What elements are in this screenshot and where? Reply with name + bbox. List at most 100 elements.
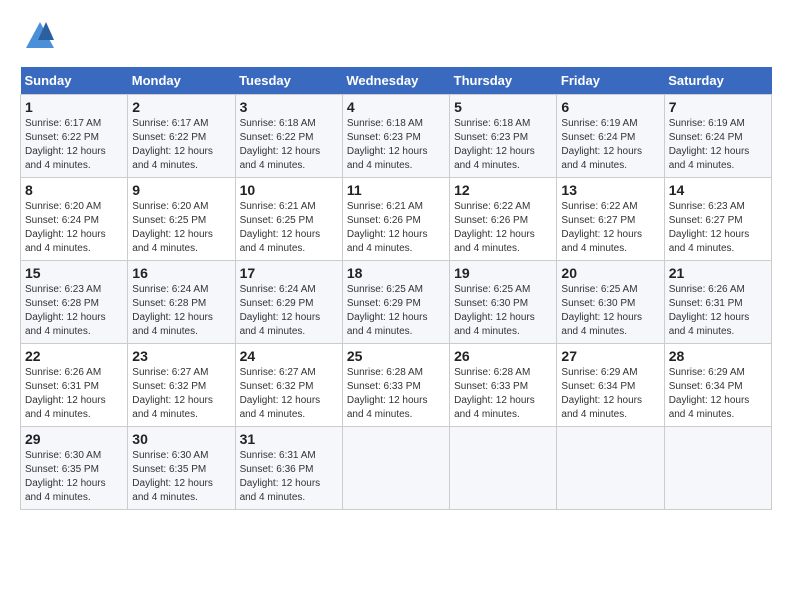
day-number: 5 [454,99,552,115]
day-header-monday: Monday [128,67,235,95]
day-number: 16 [132,265,230,281]
calendar-cell: 21 Sunrise: 6:26 AM Sunset: 6:31 PM Dayl… [664,261,771,344]
calendar-cell: 29 Sunrise: 6:30 AM Sunset: 6:35 PM Dayl… [21,427,128,510]
day-info: Sunrise: 6:24 AM Sunset: 6:28 PM Dayligh… [132,283,230,339]
day-info: Sunrise: 6:30 AM Sunset: 6:35 PM Dayligh… [132,449,230,505]
day-info: Sunrise: 6:18 AM Sunset: 6:22 PM Dayligh… [240,117,338,173]
calendar-cell [342,427,449,510]
day-number: 7 [669,99,767,115]
day-info: Sunrise: 6:27 AM Sunset: 6:32 PM Dayligh… [132,366,230,422]
day-number: 30 [132,431,230,447]
calendar-cell: 2 Sunrise: 6:17 AM Sunset: 6:22 PM Dayli… [128,95,235,178]
calendar-cell: 18 Sunrise: 6:25 AM Sunset: 6:29 PM Dayl… [342,261,449,344]
week-row-1: 1 Sunrise: 6:17 AM Sunset: 6:22 PM Dayli… [21,95,772,178]
calendar-cell: 17 Sunrise: 6:24 AM Sunset: 6:29 PM Dayl… [235,261,342,344]
calendar-cell: 19 Sunrise: 6:25 AM Sunset: 6:30 PM Dayl… [450,261,557,344]
calendar-cell: 8 Sunrise: 6:20 AM Sunset: 6:24 PM Dayli… [21,178,128,261]
day-number: 6 [561,99,659,115]
day-number: 2 [132,99,230,115]
calendar-cell: 6 Sunrise: 6:19 AM Sunset: 6:24 PM Dayli… [557,95,664,178]
calendar-cell: 20 Sunrise: 6:25 AM Sunset: 6:30 PM Dayl… [557,261,664,344]
day-info: Sunrise: 6:25 AM Sunset: 6:29 PM Dayligh… [347,283,445,339]
calendar-cell: 12 Sunrise: 6:22 AM Sunset: 6:26 PM Dayl… [450,178,557,261]
calendar-cell: 10 Sunrise: 6:21 AM Sunset: 6:25 PM Dayl… [235,178,342,261]
calendar-cell [450,427,557,510]
day-info: Sunrise: 6:18 AM Sunset: 6:23 PM Dayligh… [347,117,445,173]
logo-icon [24,20,56,52]
header [20,20,772,57]
day-number: 28 [669,348,767,364]
day-number: 18 [347,265,445,281]
day-info: Sunrise: 6:28 AM Sunset: 6:33 PM Dayligh… [454,366,552,422]
day-number: 24 [240,348,338,364]
day-info: Sunrise: 6:19 AM Sunset: 6:24 PM Dayligh… [561,117,659,173]
day-info: Sunrise: 6:25 AM Sunset: 6:30 PM Dayligh… [561,283,659,339]
day-info: Sunrise: 6:18 AM Sunset: 6:23 PM Dayligh… [454,117,552,173]
day-header-sunday: Sunday [21,67,128,95]
logo [20,20,56,57]
day-info: Sunrise: 6:27 AM Sunset: 6:32 PM Dayligh… [240,366,338,422]
calendar-cell: 24 Sunrise: 6:27 AM Sunset: 6:32 PM Dayl… [235,344,342,427]
day-info: Sunrise: 6:30 AM Sunset: 6:35 PM Dayligh… [25,449,123,505]
week-row-4: 22 Sunrise: 6:26 AM Sunset: 6:31 PM Dayl… [21,344,772,427]
day-info: Sunrise: 6:29 AM Sunset: 6:34 PM Dayligh… [561,366,659,422]
calendar-cell: 23 Sunrise: 6:27 AM Sunset: 6:32 PM Dayl… [128,344,235,427]
day-header-wednesday: Wednesday [342,67,449,95]
calendar-cell: 31 Sunrise: 6:31 AM Sunset: 6:36 PM Dayl… [235,427,342,510]
calendar-cell: 27 Sunrise: 6:29 AM Sunset: 6:34 PM Dayl… [557,344,664,427]
calendar-cell: 15 Sunrise: 6:23 AM Sunset: 6:28 PM Dayl… [21,261,128,344]
calendar-cell [557,427,664,510]
day-number: 9 [132,182,230,198]
day-info: Sunrise: 6:26 AM Sunset: 6:31 PM Dayligh… [25,366,123,422]
day-info: Sunrise: 6:31 AM Sunset: 6:36 PM Dayligh… [240,449,338,505]
day-number: 11 [347,182,445,198]
day-info: Sunrise: 6:29 AM Sunset: 6:34 PM Dayligh… [669,366,767,422]
day-info: Sunrise: 6:17 AM Sunset: 6:22 PM Dayligh… [132,117,230,173]
calendar-cell: 28 Sunrise: 6:29 AM Sunset: 6:34 PM Dayl… [664,344,771,427]
day-info: Sunrise: 6:22 AM Sunset: 6:26 PM Dayligh… [454,200,552,256]
day-info: Sunrise: 6:19 AM Sunset: 6:24 PM Dayligh… [669,117,767,173]
day-headers-row: SundayMondayTuesdayWednesdayThursdayFrid… [21,67,772,95]
day-number: 31 [240,431,338,447]
day-number: 21 [669,265,767,281]
week-row-5: 29 Sunrise: 6:30 AM Sunset: 6:35 PM Dayl… [21,427,772,510]
calendar-cell: 16 Sunrise: 6:24 AM Sunset: 6:28 PM Dayl… [128,261,235,344]
day-number: 26 [454,348,552,364]
day-number: 3 [240,99,338,115]
day-info: Sunrise: 6:21 AM Sunset: 6:26 PM Dayligh… [347,200,445,256]
day-number: 25 [347,348,445,364]
day-info: Sunrise: 6:28 AM Sunset: 6:33 PM Dayligh… [347,366,445,422]
day-info: Sunrise: 6:25 AM Sunset: 6:30 PM Dayligh… [454,283,552,339]
calendar-cell [664,427,771,510]
day-number: 15 [25,265,123,281]
day-header-thursday: Thursday [450,67,557,95]
calendar-cell: 30 Sunrise: 6:30 AM Sunset: 6:35 PM Dayl… [128,427,235,510]
day-info: Sunrise: 6:22 AM Sunset: 6:27 PM Dayligh… [561,200,659,256]
calendar-cell: 13 Sunrise: 6:22 AM Sunset: 6:27 PM Dayl… [557,178,664,261]
day-number: 13 [561,182,659,198]
calendar-table: SundayMondayTuesdayWednesdayThursdayFrid… [20,67,772,510]
day-info: Sunrise: 6:23 AM Sunset: 6:28 PM Dayligh… [25,283,123,339]
calendar-cell: 3 Sunrise: 6:18 AM Sunset: 6:22 PM Dayli… [235,95,342,178]
day-info: Sunrise: 6:24 AM Sunset: 6:29 PM Dayligh… [240,283,338,339]
day-header-saturday: Saturday [664,67,771,95]
day-header-friday: Friday [557,67,664,95]
calendar-cell: 4 Sunrise: 6:18 AM Sunset: 6:23 PM Dayli… [342,95,449,178]
calendar-cell: 26 Sunrise: 6:28 AM Sunset: 6:33 PM Dayl… [450,344,557,427]
day-info: Sunrise: 6:21 AM Sunset: 6:25 PM Dayligh… [240,200,338,256]
day-info: Sunrise: 6:26 AM Sunset: 6:31 PM Dayligh… [669,283,767,339]
day-number: 14 [669,182,767,198]
day-number: 8 [25,182,123,198]
day-header-tuesday: Tuesday [235,67,342,95]
day-number: 10 [240,182,338,198]
day-number: 4 [347,99,445,115]
calendar-cell: 14 Sunrise: 6:23 AM Sunset: 6:27 PM Dayl… [664,178,771,261]
day-number: 23 [132,348,230,364]
day-number: 1 [25,99,123,115]
calendar-cell: 1 Sunrise: 6:17 AM Sunset: 6:22 PM Dayli… [21,95,128,178]
day-number: 20 [561,265,659,281]
week-row-2: 8 Sunrise: 6:20 AM Sunset: 6:24 PM Dayli… [21,178,772,261]
day-number: 29 [25,431,123,447]
week-row-3: 15 Sunrise: 6:23 AM Sunset: 6:28 PM Dayl… [21,261,772,344]
day-number: 19 [454,265,552,281]
